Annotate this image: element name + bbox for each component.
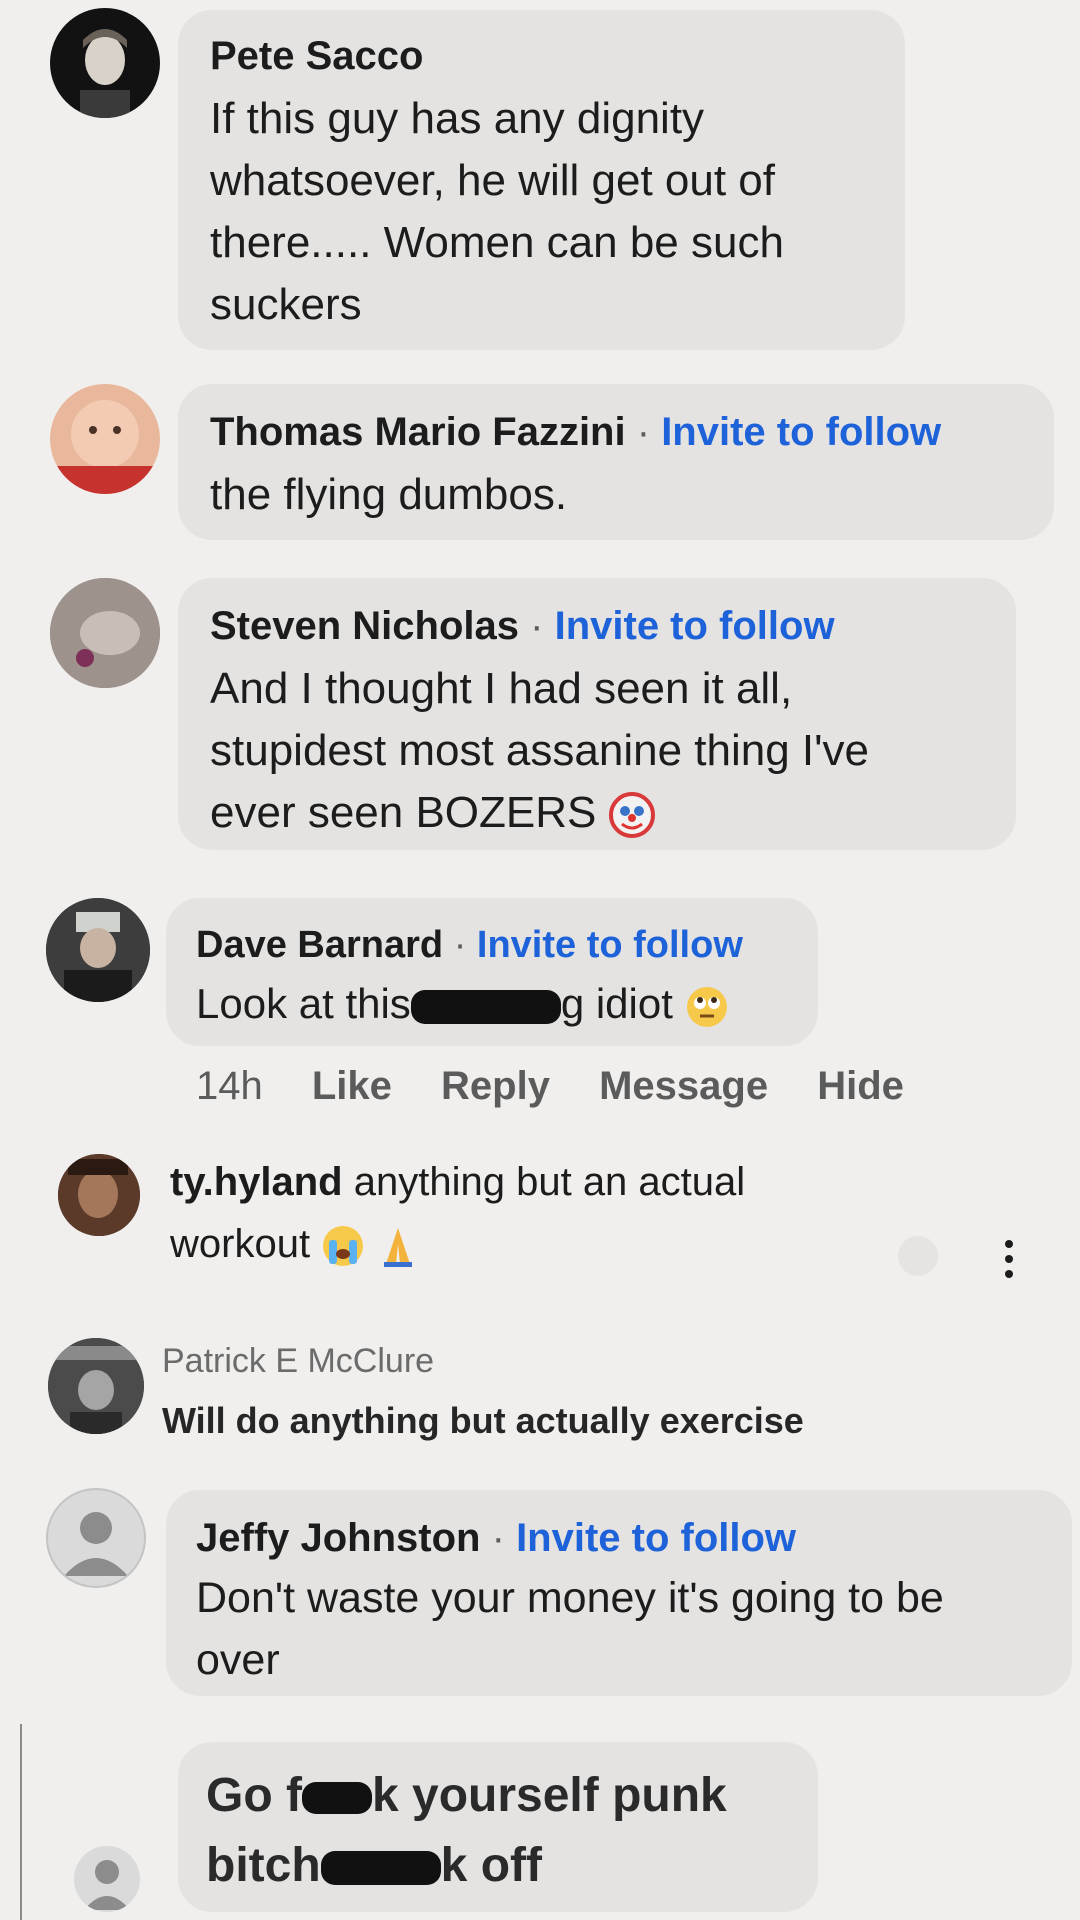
avatar-dave-barnard[interactable] (46, 898, 150, 1002)
invite-to-follow-link[interactable]: Invite to follow (555, 604, 835, 648)
comment-text: And I thought I had seen it all, (210, 664, 793, 713)
folded-hands-icon (384, 1228, 413, 1268)
comment-text-span: k off (440, 1839, 542, 1892)
clown-face-icon (608, 792, 655, 839)
avatar-pete-sacco[interactable] (50, 8, 160, 118)
comment-text: Will do anything but actually exercise (162, 1400, 804, 1441)
person-photo-icon (48, 1338, 144, 1434)
comment-author[interactable]: Patrick E McClure (162, 1342, 434, 1381)
photo-icon (50, 578, 160, 688)
more-options-icon[interactable] (1004, 1240, 1014, 1284)
redaction-mark (410, 989, 561, 1024)
avatar-patrick-mcclure[interactable] (48, 1338, 144, 1434)
comment-text: Look at this g idiot (196, 980, 729, 1029)
avatar-ty-hyland[interactable] (58, 1154, 140, 1236)
comment-text: suckers (210, 280, 362, 329)
comment-text-span: Go f (206, 1769, 302, 1822)
comment-text-span: k yourself punk (371, 1769, 727, 1822)
comment-text: over (196, 1636, 280, 1684)
comment-text: Go f k yourself punk (206, 1768, 727, 1823)
timestamp: 14h (196, 1064, 263, 1108)
comment-text: If this guy has any dignity (210, 94, 705, 143)
comment-author[interactable]: Pete Sacco (210, 34, 423, 79)
default-profile-icon (84, 1860, 130, 1910)
avatar-thomas-fazzini[interactable] (50, 384, 160, 494)
invite-to-follow-link[interactable]: Invite to follow (661, 410, 941, 454)
reply-button[interactable]: Reply (441, 1064, 550, 1108)
comment-author[interactable]: Jeffy Johnston (196, 1516, 480, 1560)
comment-author[interactable]: ty.hyland (170, 1160, 343, 1204)
comment-text-span: anything but an actual (353, 1160, 746, 1204)
comment-header: Thomas Mario Fazzini · Invite to follow (210, 410, 941, 455)
comment-line: ty.hyland anything but an actual (170, 1160, 745, 1205)
message-button[interactable]: Message (599, 1064, 768, 1108)
avatar-jeffy-johnston[interactable] (46, 1488, 146, 1588)
comment-text-span: workout (170, 1222, 311, 1266)
loudly-crying-face-icon (323, 1226, 364, 1267)
comment-text-span: ever seen BOZERS (210, 788, 597, 837)
avatar-steven-nicholas[interactable] (50, 578, 160, 688)
person-photo-icon (46, 898, 150, 1002)
redaction-mark (301, 1782, 372, 1815)
separator-dot: · (530, 604, 544, 648)
comment-author[interactable]: Dave Barnard (196, 924, 443, 966)
comment-text: bitch k off (206, 1838, 542, 1893)
default-profile-icon (64, 1512, 128, 1576)
comment-text: there..... Women can be such (210, 218, 784, 267)
person-photo-icon (58, 1154, 140, 1236)
rolling-eyes-face-icon (686, 986, 727, 1027)
comment-text: ever seen BOZERS (210, 788, 655, 839)
invite-to-follow-link[interactable]: Invite to follow (516, 1516, 796, 1560)
like-icon[interactable] (898, 1236, 938, 1276)
redaction-mark (320, 1851, 441, 1886)
comment-text-span: g idiot (560, 980, 673, 1027)
avatar-reply-user[interactable] (74, 1846, 140, 1912)
comment-header: Steven Nicholas · Invite to follow (210, 604, 835, 649)
comment-text: the flying dumbos. (210, 470, 568, 519)
comment-text-span: bitch (206, 1839, 321, 1892)
separator-dot: · (453, 924, 467, 966)
comment-text: stupidest most assanine thing I've (210, 726, 869, 775)
comment-line: workout (170, 1222, 420, 1268)
comment-actions: 14h Like Reply Message Hide (196, 1064, 942, 1109)
hide-button[interactable]: Hide (817, 1064, 904, 1108)
comment-header: Jeffy Johnston · Invite to follow (196, 1516, 796, 1561)
comment-text-span: Look at this (196, 980, 411, 1027)
like-button[interactable]: Like (312, 1064, 392, 1108)
comment-author[interactable]: Thomas Mario Fazzini (210, 410, 626, 454)
comment-author[interactable]: Steven Nicholas (210, 604, 519, 648)
comment-text: whatsoever, he will get out of (210, 156, 775, 205)
baby-photo-icon (50, 400, 160, 494)
separator-dot: · (491, 1516, 505, 1560)
invite-to-follow-link[interactable]: Invite to follow (477, 924, 743, 966)
reply-thread-line (20, 1724, 22, 1920)
person-photo-icon (80, 29, 130, 118)
comment-text: Don't waste your money it's going to be (196, 1574, 944, 1622)
comment-header: Dave Barnard · Invite to follow (196, 924, 743, 967)
separator-dot: · (636, 410, 651, 454)
